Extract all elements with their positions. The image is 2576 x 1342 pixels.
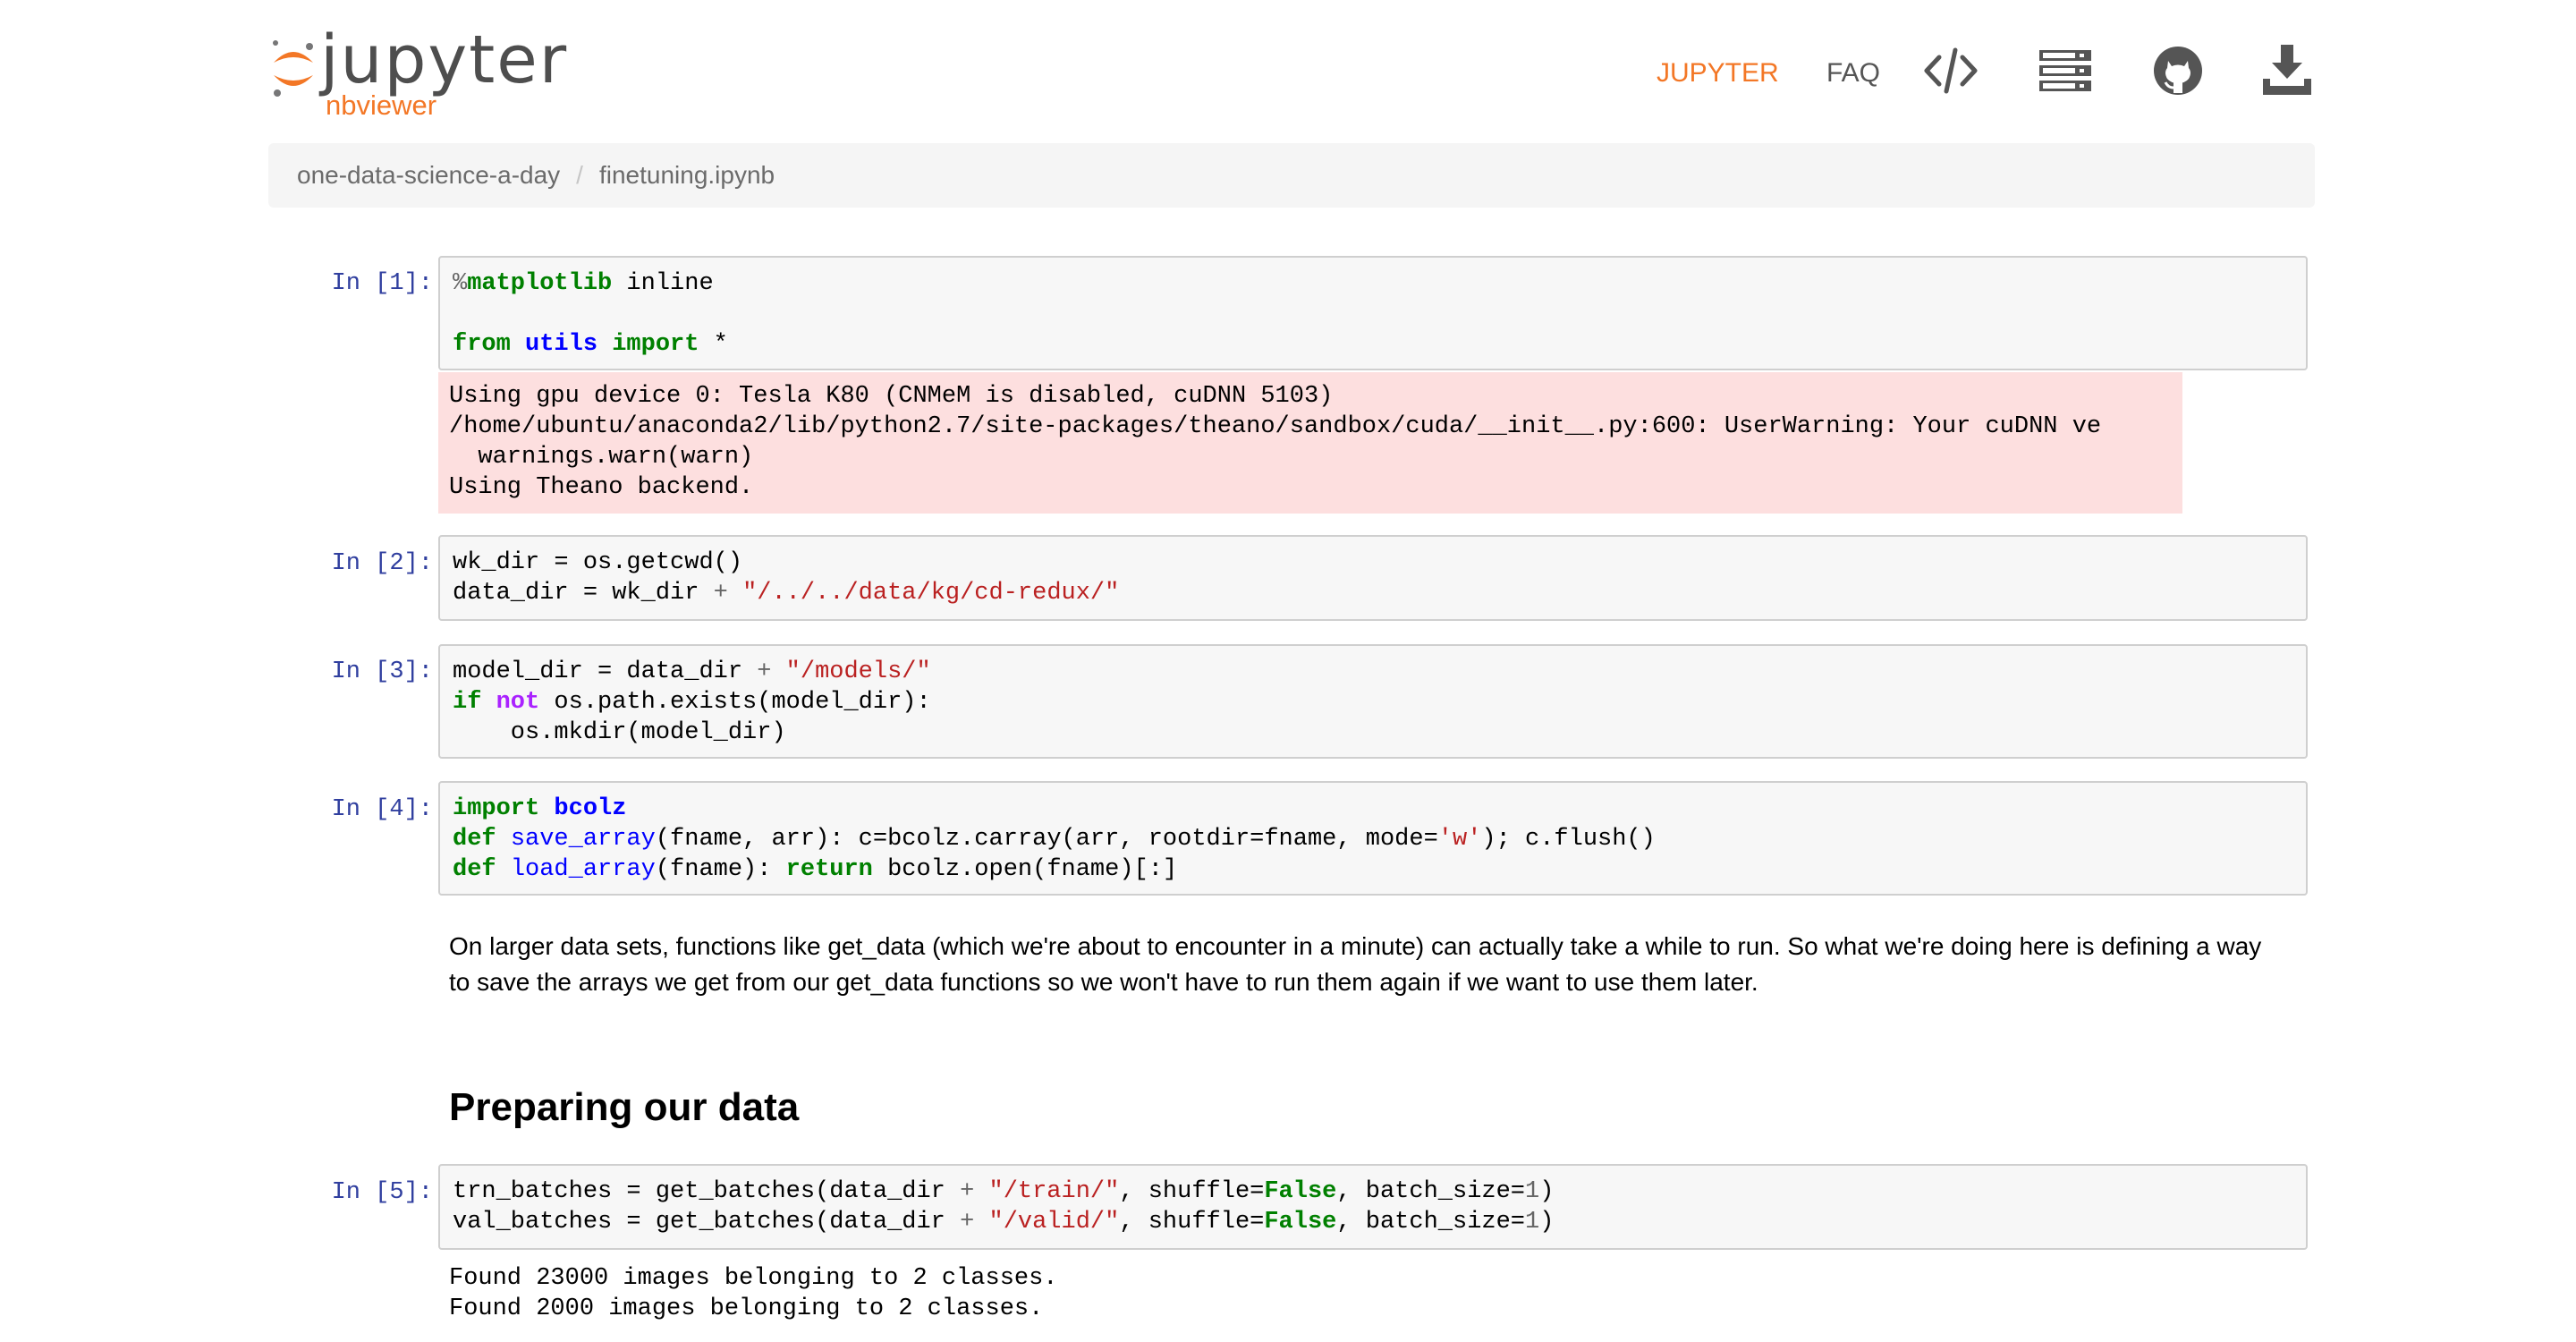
output-line: Using Theano backend. [449,474,754,501]
code-text: ) [1539,1178,1555,1205]
keyword-if: if [453,689,482,716]
string-literal: "/train/" [988,1178,1120,1205]
code-text: ); c.flush() [1481,826,1656,853]
string-literal: "/models/" [785,658,931,685]
paragraph-line: to save the arrays we get from our get_d… [449,968,1758,996]
list-icon[interactable] [2038,43,2093,98]
code-text: val_batches = get_batches(data_dir [453,1209,961,1236]
keyword-def: def [453,826,496,853]
keyword-def: def [453,856,496,883]
output-line: Found 2000 images belonging to 2 classes… [449,1295,1044,1322]
code-text: model_dir = data_dir [453,658,758,685]
breadcrumb-item-file: finetuning.ipynb [598,161,775,189]
code-cell-2[interactable]: wk_dir = os.getcwd() data_dir = wk_dir +… [438,535,2308,621]
code-cell-3[interactable]: model_dir = data_dir + "/models/" if not… [438,644,2308,759]
operator: + [960,1178,975,1205]
output-line: Using gpu device 0: Tesla K80 (CNMeM is … [449,383,1334,410]
keyword-import: import [612,331,699,358]
code-cell-5[interactable]: trn_batches = get_batches(data_dir + "/t… [438,1164,2308,1250]
output-line: Found 23000 images belonging to 2 classe… [449,1265,1058,1292]
module-name: bcolz [554,795,627,822]
code-text: , batch_size= [1336,1209,1526,1236]
operator: + [960,1209,975,1236]
breadcrumb: one-data-science-a-day / finetuning.ipynb [268,143,2315,208]
magic-prefix: % [453,270,468,297]
cell-prompt-2: In [2]: [331,550,433,577]
string-literal: 'w' [1437,826,1482,853]
code-text: inline [612,270,714,297]
magic-command: matplotlib [467,270,613,297]
markdown-paragraph: On larger data sets, functions like get_… [449,929,2309,1000]
github-icon[interactable] [2150,43,2206,98]
code-text: data_dir [453,580,569,607]
module-name: utils [525,331,598,358]
jupyter-logo-icon [268,36,318,98]
top-nav: JUPYTER FAQ [1610,38,2326,109]
code-cell-1[interactable]: %matplotlib inline from utils import * [438,256,2308,370]
code-text: = wk_dir [568,580,714,607]
code-text: (fname, arr): c=bcolz.carray(arr, rootdi… [655,826,1438,853]
code-text: , batch_size= [1336,1178,1526,1205]
paragraph-line: On larger data sets, functions like get_… [449,932,2262,960]
code-text: * [699,331,728,358]
logo-subtitle: nbviewer [326,89,437,121]
keyword-from: from [453,331,511,358]
nav-jupyter-link[interactable]: JUPYTER [1657,55,1779,91]
output-line: warnings.warn(warn) [449,444,754,471]
code-icon[interactable] [1923,43,1979,98]
keyword-false: False [1264,1209,1337,1236]
code-text: os.mkdir(model_dir) [453,719,786,746]
number-literal: 1 [1525,1178,1540,1205]
function-name: load_array [510,856,656,883]
number-literal: 1 [1525,1209,1540,1236]
function-name: save_array [510,826,656,853]
breadcrumb-separator: / [576,161,583,189]
keyword-false: False [1264,1178,1337,1205]
operator: + [757,658,772,685]
keyword-return: return [785,856,873,883]
code-cell-4[interactable]: import bcolz def save_array(fname, arr):… [438,781,2308,896]
keyword-import: import [453,795,540,822]
cell-prompt-4: In [4]: [331,796,433,823]
operator: + [713,580,728,607]
code-text: (fname): [655,856,786,883]
code-text: , shuffle= [1119,1209,1265,1236]
stdout-output-5: Found 23000 images belonging to 2 classe… [438,1256,2182,1331]
breadcrumb-item-repo[interactable]: one-data-science-a-day [297,161,560,189]
string-literal: "/../../data/kg/cd-redux/" [742,580,1120,607]
nav-faq-link[interactable]: FAQ [1826,55,1880,91]
cell-prompt-1: In [1]: [331,270,433,297]
output-line: /home/ubuntu/anaconda2/lib/python2.7/sit… [449,413,2102,440]
download-icon[interactable] [2259,43,2315,98]
stderr-output-1: Using gpu device 0: Tesla K80 (CNMeM is … [438,372,2182,514]
code-text: trn_batches = get_batches(data_dir [453,1178,961,1205]
code-text: ) [1539,1209,1555,1236]
string-literal: "/valid/" [988,1209,1120,1236]
cell-prompt-3: In [3]: [331,658,433,685]
code-text: = os.getcwd() [539,549,743,576]
nbviewer-logo[interactable]: jupyter nbviewer [268,21,590,122]
keyword-not: not [496,689,540,716]
code-text: bcolz.open(fname)[:] [872,856,1178,883]
code-text: os.path.exists(model_dir): [539,689,931,716]
code-text: wk_dir [453,549,540,576]
section-heading: Preparing our data [449,1085,800,1129]
code-text: , shuffle= [1119,1178,1265,1205]
cell-prompt-5: In [5]: [331,1179,433,1206]
